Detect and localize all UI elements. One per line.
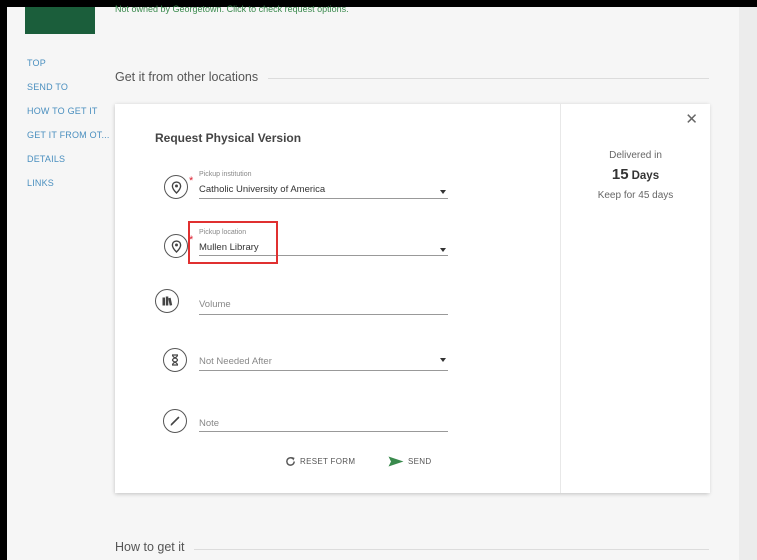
chevron-down-icon[interactable] — [440, 358, 446, 362]
pickup-institution-select[interactable]: Catholic University of America — [199, 184, 325, 195]
not-needed-after-select[interactable]: Not Needed After — [199, 356, 272, 367]
reset-form-label[interactable]: RESET FORM — [300, 457, 355, 466]
delivery-days-number: 15 — [611, 166, 629, 183]
not-owned-text[interactable]: Not owned by Georgetown. Click to check … — [115, 4, 349, 14]
side-nav-links[interactable]: LINKS — [27, 177, 112, 201]
note-input[interactable]: Note — [199, 418, 219, 429]
reset-form-button[interactable]: RESET FORM — [285, 456, 355, 467]
request-card: Request Physical Version * Pickup instit… — [115, 104, 710, 493]
close-icon[interactable]: ✕ — [685, 112, 698, 128]
chevron-down-icon[interactable] — [440, 248, 446, 252]
window-top-border — [0, 0, 757, 7]
library-logo — [25, 7, 95, 34]
pickup-institution-label: Pickup institution — [199, 171, 252, 178]
window-left-border — [0, 0, 7, 560]
volume-underline — [199, 314, 448, 315]
send-label[interactable]: SEND — [408, 457, 431, 466]
send-icon — [388, 456, 404, 467]
volume-input[interactable]: Volume — [199, 299, 231, 310]
side-nav-get-it-from-other[interactable]: GET IT FROM OT... — [27, 129, 112, 153]
scrollbar-gutter[interactable] — [739, 7, 757, 560]
section-title-how-to-get-it: How to get it — [115, 540, 195, 554]
refresh-icon — [286, 456, 295, 466]
delivery-days: 15 Days — [561, 166, 710, 184]
side-nav-send-to[interactable]: SEND TO — [27, 81, 112, 105]
request-form-title: Request Physical Version — [155, 131, 302, 145]
side-nav: TOP SEND TO HOW TO GET IT GET IT FROM OT… — [27, 57, 112, 201]
section-title-other-locations: Get it from other locations — [115, 70, 269, 84]
delivery-days-unit: Days — [631, 170, 660, 182]
side-nav-top[interactable]: TOP — [27, 57, 112, 81]
delivered-in-label: Delivered in — [609, 150, 662, 161]
pickup-institution-underline — [199, 198, 448, 199]
pencil-icon — [163, 409, 187, 433]
note-underline — [199, 431, 448, 432]
delivery-panel: ✕ Delivered in 15 Days Keep for 45 days — [560, 104, 710, 493]
map-pin-icon — [164, 234, 188, 258]
book-icon — [155, 289, 179, 313]
side-nav-details[interactable]: DETAILS — [27, 153, 112, 177]
hourglass-icon — [163, 348, 187, 372]
highlight-box — [188, 221, 278, 264]
not-needed-after-underline — [199, 370, 448, 371]
section-divider-how-to-get-it — [115, 549, 709, 550]
send-button[interactable]: SEND — [388, 456, 431, 467]
chevron-down-icon[interactable] — [440, 190, 446, 194]
not-owned-link[interactable]: Not owned by Georgetown. Click to check … — [115, 2, 349, 16]
side-nav-how-to-get-it[interactable]: HOW TO GET IT — [27, 105, 112, 129]
keep-for-label: Keep for 45 days — [597, 190, 674, 201]
required-marker: * — [189, 175, 194, 187]
map-pin-icon — [164, 175, 188, 199]
